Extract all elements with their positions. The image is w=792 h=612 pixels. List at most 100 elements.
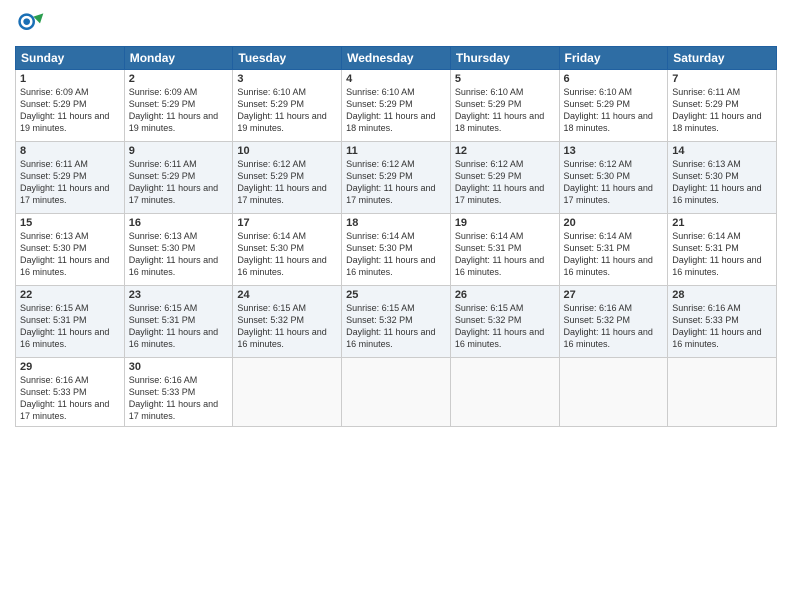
day-number: 22 bbox=[20, 289, 120, 301]
day-info: Sunrise: 6:14 AMSunset: 5:31 PMDaylight:… bbox=[672, 230, 772, 279]
col-header-wednesday: Wednesday bbox=[342, 47, 451, 70]
day-number: 23 bbox=[129, 289, 229, 301]
day-number: 28 bbox=[672, 289, 772, 301]
day-info: Sunrise: 6:15 AMSunset: 5:32 PMDaylight:… bbox=[237, 302, 337, 351]
day-number: 19 bbox=[455, 217, 555, 229]
day-info: Sunrise: 6:16 AMSunset: 5:32 PMDaylight:… bbox=[564, 302, 664, 351]
calendar-cell: 20Sunrise: 6:14 AMSunset: 5:31 PMDayligh… bbox=[559, 214, 668, 286]
col-header-tuesday: Tuesday bbox=[233, 47, 342, 70]
calendar-cell: 12Sunrise: 6:12 AMSunset: 5:29 PMDayligh… bbox=[450, 142, 559, 214]
calendar-cell: 26Sunrise: 6:15 AMSunset: 5:32 PMDayligh… bbox=[450, 286, 559, 358]
calendar-week-5: 29Sunrise: 6:16 AMSunset: 5:33 PMDayligh… bbox=[16, 358, 777, 427]
day-number: 30 bbox=[129, 361, 229, 373]
day-number: 11 bbox=[346, 145, 446, 157]
calendar-cell: 9Sunrise: 6:11 AMSunset: 5:29 PMDaylight… bbox=[124, 142, 233, 214]
calendar-cell: 10Sunrise: 6:12 AMSunset: 5:29 PMDayligh… bbox=[233, 142, 342, 214]
day-number: 10 bbox=[237, 145, 337, 157]
day-info: Sunrise: 6:14 AMSunset: 5:31 PMDaylight:… bbox=[455, 230, 555, 279]
day-info: Sunrise: 6:11 AMSunset: 5:29 PMDaylight:… bbox=[672, 86, 772, 135]
calendar-cell: 19Sunrise: 6:14 AMSunset: 5:31 PMDayligh… bbox=[450, 214, 559, 286]
calendar-cell: 11Sunrise: 6:12 AMSunset: 5:29 PMDayligh… bbox=[342, 142, 451, 214]
day-number: 16 bbox=[129, 217, 229, 229]
calendar-cell: 24Sunrise: 6:15 AMSunset: 5:32 PMDayligh… bbox=[233, 286, 342, 358]
calendar-week-3: 15Sunrise: 6:13 AMSunset: 5:30 PMDayligh… bbox=[16, 214, 777, 286]
day-info: Sunrise: 6:16 AMSunset: 5:33 PMDaylight:… bbox=[672, 302, 772, 351]
day-info: Sunrise: 6:09 AMSunset: 5:29 PMDaylight:… bbox=[129, 86, 229, 135]
col-header-sunday: Sunday bbox=[16, 47, 125, 70]
calendar-header-row: SundayMondayTuesdayWednesdayThursdayFrid… bbox=[16, 47, 777, 70]
day-info: Sunrise: 6:13 AMSunset: 5:30 PMDaylight:… bbox=[20, 230, 120, 279]
calendar-cell: 21Sunrise: 6:14 AMSunset: 5:31 PMDayligh… bbox=[668, 214, 777, 286]
day-info: Sunrise: 6:15 AMSunset: 5:32 PMDaylight:… bbox=[346, 302, 446, 351]
day-info: Sunrise: 6:14 AMSunset: 5:31 PMDaylight:… bbox=[564, 230, 664, 279]
day-number: 9 bbox=[129, 145, 229, 157]
day-info: Sunrise: 6:14 AMSunset: 5:30 PMDaylight:… bbox=[346, 230, 446, 279]
logo bbox=[15, 10, 47, 40]
col-header-thursday: Thursday bbox=[450, 47, 559, 70]
calendar-cell: 15Sunrise: 6:13 AMSunset: 5:30 PMDayligh… bbox=[16, 214, 125, 286]
day-number: 27 bbox=[564, 289, 664, 301]
calendar-cell bbox=[233, 358, 342, 427]
calendar-cell: 3Sunrise: 6:10 AMSunset: 5:29 PMDaylight… bbox=[233, 70, 342, 142]
day-info: Sunrise: 6:15 AMSunset: 5:31 PMDaylight:… bbox=[129, 302, 229, 351]
day-number: 21 bbox=[672, 217, 772, 229]
calendar-cell: 25Sunrise: 6:15 AMSunset: 5:32 PMDayligh… bbox=[342, 286, 451, 358]
day-number: 20 bbox=[564, 217, 664, 229]
day-info: Sunrise: 6:14 AMSunset: 5:30 PMDaylight:… bbox=[237, 230, 337, 279]
day-number: 2 bbox=[129, 73, 229, 85]
day-info: Sunrise: 6:09 AMSunset: 5:29 PMDaylight:… bbox=[20, 86, 120, 135]
calendar-cell: 5Sunrise: 6:10 AMSunset: 5:29 PMDaylight… bbox=[450, 70, 559, 142]
calendar-table: SundayMondayTuesdayWednesdayThursdayFrid… bbox=[15, 46, 777, 427]
calendar-cell: 6Sunrise: 6:10 AMSunset: 5:29 PMDaylight… bbox=[559, 70, 668, 142]
calendar-cell: 1Sunrise: 6:09 AMSunset: 5:29 PMDaylight… bbox=[16, 70, 125, 142]
col-header-friday: Friday bbox=[559, 47, 668, 70]
day-number: 18 bbox=[346, 217, 446, 229]
day-number: 14 bbox=[672, 145, 772, 157]
day-info: Sunrise: 6:15 AMSunset: 5:32 PMDaylight:… bbox=[455, 302, 555, 351]
calendar-cell bbox=[450, 358, 559, 427]
day-number: 3 bbox=[237, 73, 337, 85]
calendar-cell: 14Sunrise: 6:13 AMSunset: 5:30 PMDayligh… bbox=[668, 142, 777, 214]
calendar-week-2: 8 Sunrise: 6:11 AMSunset: 5:29 PMDaylight… bbox=[16, 142, 777, 214]
day-info: Sunrise: 6:15 AMSunset: 5:31 PMDaylight:… bbox=[20, 302, 120, 351]
day-info: Sunrise: 6:16 AMSunset: 5:33 PMDaylight:… bbox=[129, 374, 229, 423]
day-number: 4 bbox=[346, 73, 446, 85]
calendar-cell: 2Sunrise: 6:09 AMSunset: 5:29 PMDaylight… bbox=[124, 70, 233, 142]
day-number: 5 bbox=[455, 73, 555, 85]
day-number: 26 bbox=[455, 289, 555, 301]
day-info: Sunrise: 6:10 AMSunset: 5:29 PMDaylight:… bbox=[564, 86, 664, 135]
calendar-cell: 29Sunrise: 6:16 AMSunset: 5:33 PMDayligh… bbox=[16, 358, 125, 427]
calendar-week-1: 1Sunrise: 6:09 AMSunset: 5:29 PMDaylight… bbox=[16, 70, 777, 142]
col-header-monday: Monday bbox=[124, 47, 233, 70]
day-info: Sunrise: 6:12 AMSunset: 5:29 PMDaylight:… bbox=[455, 158, 555, 207]
calendar-cell: 18Sunrise: 6:14 AMSunset: 5:30 PMDayligh… bbox=[342, 214, 451, 286]
day-number: 25 bbox=[346, 289, 446, 301]
calendar-cell: 27Sunrise: 6:16 AMSunset: 5:32 PMDayligh… bbox=[559, 286, 668, 358]
calendar-cell: 30Sunrise: 6:16 AMSunset: 5:33 PMDayligh… bbox=[124, 358, 233, 427]
day-info: Sunrise: 6:11 AMSunset: 5:29 PMDaylight:… bbox=[129, 158, 229, 207]
day-info: Sunrise: 6:13 AMSunset: 5:30 PMDaylight:… bbox=[672, 158, 772, 207]
calendar-cell: 7Sunrise: 6:11 AMSunset: 5:29 PMDaylight… bbox=[668, 70, 777, 142]
day-info: Sunrise: 6:10 AMSunset: 5:29 PMDaylight:… bbox=[237, 86, 337, 135]
day-number: 15 bbox=[20, 217, 120, 229]
day-info: Sunrise: 6:10 AMSunset: 5:29 PMDaylight:… bbox=[455, 86, 555, 135]
day-number: 12 bbox=[455, 145, 555, 157]
day-info: Sunrise: 6:12 AMSunset: 5:30 PMDaylight:… bbox=[564, 158, 664, 207]
day-number: 7 bbox=[672, 73, 772, 85]
day-info: Sunrise: 6:12 AMSunset: 5:29 PMDaylight:… bbox=[346, 158, 446, 207]
calendar-cell bbox=[342, 358, 451, 427]
day-number: 6 bbox=[564, 73, 664, 85]
day-info: Sunrise: 6:12 AMSunset: 5:29 PMDaylight:… bbox=[237, 158, 337, 207]
calendar-cell: 22Sunrise: 6:15 AMSunset: 5:31 PMDayligh… bbox=[16, 286, 125, 358]
logo-icon bbox=[15, 10, 45, 40]
calendar-cell: 13Sunrise: 6:12 AMSunset: 5:30 PMDayligh… bbox=[559, 142, 668, 214]
calendar-week-4: 22Sunrise: 6:15 AMSunset: 5:31 PMDayligh… bbox=[16, 286, 777, 358]
day-number: 17 bbox=[237, 217, 337, 229]
calendar-cell: 23Sunrise: 6:15 AMSunset: 5:31 PMDayligh… bbox=[124, 286, 233, 358]
day-info: Sunrise: 6:13 AMSunset: 5:30 PMDaylight:… bbox=[129, 230, 229, 279]
calendar-cell: 8Sunrise: 6:11 AMSunset: 5:29 PMDaylight… bbox=[16, 142, 125, 214]
day-number: 24 bbox=[237, 289, 337, 301]
day-number: 8 bbox=[20, 145, 120, 157]
calendar-cell: 17Sunrise: 6:14 AMSunset: 5:30 PMDayligh… bbox=[233, 214, 342, 286]
day-info: Sunrise: 6:10 AMSunset: 5:29 PMDaylight:… bbox=[346, 86, 446, 135]
